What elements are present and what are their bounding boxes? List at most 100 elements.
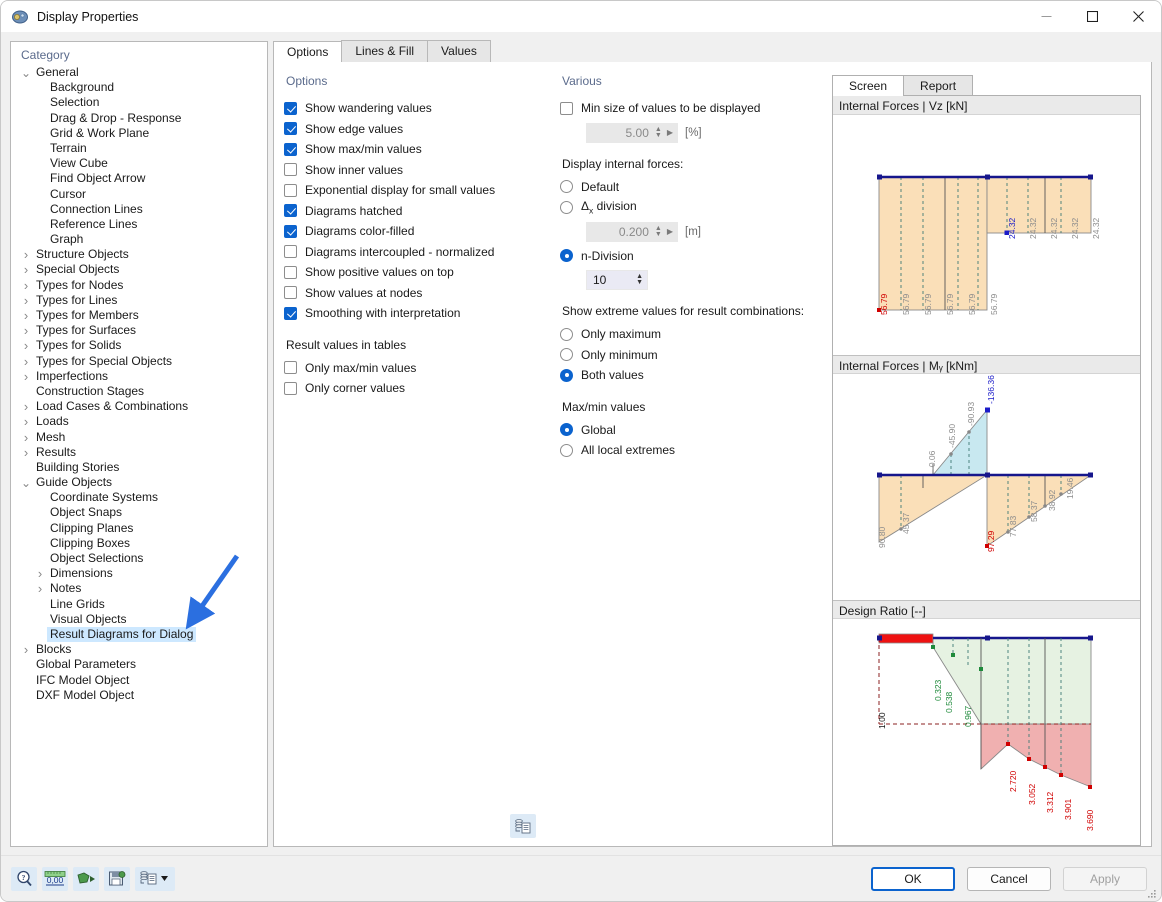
minimize-button[interactable]: [1023, 1, 1069, 33]
chevron-down-icon[interactable]: ⌄: [19, 67, 33, 79]
sidebar-item-grid-work-plane[interactable]: Grid & Work Plane: [11, 126, 267, 141]
sidebar-item-building-stories[interactable]: Building Stories: [11, 460, 267, 475]
option-show-inner-values-checkbox[interactable]: [284, 163, 297, 177]
sidebar-item-general[interactable]: ⌄ General: [11, 65, 267, 80]
min-size-input[interactable]: 5.00 ▲ ▼ ▶: [586, 122, 678, 143]
table-checkbox-list[interactable]: Only max/min values Only corner values: [284, 358, 540, 399]
option-smoothing-with-interpretation-checkbox[interactable]: [284, 306, 297, 320]
diagram-design-ratio[interactable]: 1.00 0.323 0.538 0.967 2.720 3.052 3.312…: [833, 619, 1140, 845]
sidebar-item-global-parameters[interactable]: Global Parameters: [11, 657, 267, 672]
dx-input[interactable]: 0.200 ▲ ▼ ▶: [586, 221, 678, 242]
option-diagrams-color-filled-checkbox[interactable]: [284, 224, 297, 238]
resize-grip[interactable]: [1147, 888, 1157, 898]
preview-tab-screen[interactable]: Screen: [832, 75, 905, 96]
extreme-option-only-minimum[interactable]: Only minimum: [560, 345, 820, 366]
option-show-positive-values-on-top-row[interactable]: Show positive values on top: [284, 262, 540, 283]
save-icon[interactable]: [104, 866, 130, 891]
min-size-checkbox[interactable]: [560, 101, 573, 115]
radio-both-values[interactable]: [560, 368, 573, 382]
configuration-icon[interactable]: [510, 814, 536, 838]
tab-options[interactable]: Options: [273, 41, 343, 63]
sidebar-item-reference-lines[interactable]: Reference Lines: [11, 217, 267, 232]
spinner-arrows-icon[interactable]: ▲ ▼: [655, 225, 662, 238]
force-option-n-division[interactable]: n-Division: [560, 246, 820, 267]
sidebar-item-types-for-solids[interactable]: › Types for Solids: [11, 338, 267, 353]
preview-tabstrip[interactable]: Screen Report: [832, 74, 1145, 96]
list-icon[interactable]: [135, 866, 175, 891]
sidebar-item-dxf-model-object[interactable]: DXF Model Object: [11, 688, 267, 703]
chevron-right-icon[interactable]: ›: [19, 445, 33, 460]
option-diagrams-intercoupled-normalized-row[interactable]: Diagrams intercoupled - normalized: [284, 242, 540, 263]
options-checkbox-list[interactable]: Show wandering values Show edge values Sho…: [284, 98, 540, 324]
sidebar-item-view-cube[interactable]: View Cube: [11, 156, 267, 171]
n-division-spinner-row[interactable]: 10 ▲ ▼: [586, 270, 820, 290]
chevron-right-icon[interactable]: ›: [19, 642, 33, 657]
option-show-wandering-values-row[interactable]: Show wandering values: [284, 98, 540, 119]
option-diagrams-hatched-checkbox[interactable]: [284, 204, 297, 218]
option-show-positive-values-on-top-checkbox[interactable]: [284, 265, 297, 279]
option-diagrams-hatched-row[interactable]: Diagrams hatched: [284, 201, 540, 222]
sidebar-item-load-cases-combinations[interactable]: › Load Cases & Combinations: [11, 399, 267, 414]
extreme-option-both-values[interactable]: Both values: [560, 365, 820, 386]
sidebar-item-clipping-boxes[interactable]: Clipping Boxes: [11, 536, 267, 551]
sidebar-item-object-snaps[interactable]: Object Snaps: [11, 505, 267, 520]
extreme-option-only-maximum[interactable]: Only maximum: [560, 324, 820, 345]
radio-all-local-extremes[interactable]: [560, 443, 573, 457]
option-show-max-min-values-checkbox[interactable]: [284, 142, 297, 156]
radio-dx-division[interactable]: [560, 200, 573, 214]
force-option-dx-division[interactable]: Δx division: [560, 197, 820, 218]
chevron-right-icon[interactable]: ›: [19, 369, 33, 384]
chevron-right-icon[interactable]: ›: [19, 338, 33, 353]
option-show-inner-values-row[interactable]: Show inner values: [284, 160, 540, 181]
category-tree[interactable]: ⌄ General Background Selection Drag & Drop -…: [11, 65, 267, 707]
import-icon[interactable]: [73, 866, 99, 891]
sidebar-item-types-for-special-objects[interactable]: › Types for Special Objects: [11, 354, 267, 369]
radio-only-minimum[interactable]: [560, 348, 573, 362]
table-option-only-max-min-values-row[interactable]: Only max/min values: [284, 358, 540, 379]
sidebar-item-types-for-lines[interactable]: › Types for Lines: [11, 293, 267, 308]
sidebar-item-notes[interactable]: › Notes: [11, 581, 267, 596]
dx-spinner-row[interactable]: 0.200 ▲ ▼ ▶ [m]: [586, 221, 820, 242]
sidebar-item-object-selections[interactable]: Object Selections: [11, 551, 267, 566]
sidebar-item-results[interactable]: › Results: [11, 445, 267, 460]
option-show-edge-values-checkbox[interactable]: [284, 122, 297, 136]
sidebar-item-blocks[interactable]: › Blocks: [11, 642, 267, 657]
chevron-right-icon[interactable]: ›: [19, 414, 33, 429]
sidebar-item-cursor[interactable]: Cursor: [11, 187, 267, 202]
ok-button[interactable]: OK: [871, 866, 955, 891]
sidebar-item-find-object-arrow[interactable]: Find Object Arrow: [11, 171, 267, 186]
option-smoothing-with-interpretation-row[interactable]: Smoothing with interpretation: [284, 303, 540, 324]
chevron-right-icon[interactable]: ›: [19, 278, 33, 293]
cancel-button[interactable]: Cancel: [967, 866, 1051, 891]
sidebar-item-special-objects[interactable]: › Special Objects: [11, 262, 267, 277]
sidebar-item-selection[interactable]: Selection: [11, 95, 267, 110]
table-option-only-max-min-values-checkbox[interactable]: [284, 361, 297, 375]
chevron-right-icon[interactable]: ›: [19, 247, 33, 262]
sidebar-item-clipping-planes[interactable]: Clipping Planes: [11, 521, 267, 536]
sidebar-item-types-for-members[interactable]: › Types for Members: [11, 308, 267, 323]
sidebar-item-imperfections[interactable]: › Imperfections: [11, 369, 267, 384]
sidebar-item-result-diagrams-for-dialog[interactable]: Result Diagrams for Dialog: [11, 626, 267, 643]
sidebar-item-graph[interactable]: Graph: [11, 232, 267, 247]
chevron-right-icon[interactable]: ›: [19, 430, 33, 445]
radio-default[interactable]: [560, 180, 573, 194]
sidebar-item-connection-lines[interactable]: Connection Lines: [11, 202, 267, 217]
option-show-values-at-nodes-row[interactable]: Show values at nodes: [284, 283, 540, 304]
sidebar-item-types-for-surfaces[interactable]: › Types for Surfaces: [11, 323, 267, 338]
spinner-arrows-icon[interactable]: ▲ ▼: [655, 126, 662, 139]
chevron-right-icon[interactable]: ›: [19, 323, 33, 338]
diagram-vz[interactable]: 56.79 56.79 56.79 56.79 56.79 56.79 24.3…: [833, 115, 1140, 355]
sidebar-item-mesh[interactable]: › Mesh: [11, 430, 267, 445]
chevron-right-icon[interactable]: ›: [33, 581, 47, 596]
sidebar-item-drag-drop-response[interactable]: Drag & Drop - Response: [11, 111, 267, 126]
maxmin-option-global[interactable]: Global: [560, 420, 820, 441]
sidebar-item-structure-objects[interactable]: › Structure Objects: [11, 247, 267, 262]
option-exponential-display-for-small-values-row[interactable]: Exponential display for small values: [284, 180, 540, 201]
preview-tab-report[interactable]: Report: [903, 75, 974, 96]
option-show-edge-values-row[interactable]: Show edge values: [284, 119, 540, 140]
maximize-button[interactable]: [1069, 1, 1115, 33]
min-size-row[interactable]: Min size of values to be displayed: [560, 98, 820, 119]
chevron-right-icon[interactable]: ›: [19, 293, 33, 308]
chevron-right-icon[interactable]: ›: [19, 262, 33, 277]
radio-global[interactable]: [560, 423, 573, 437]
